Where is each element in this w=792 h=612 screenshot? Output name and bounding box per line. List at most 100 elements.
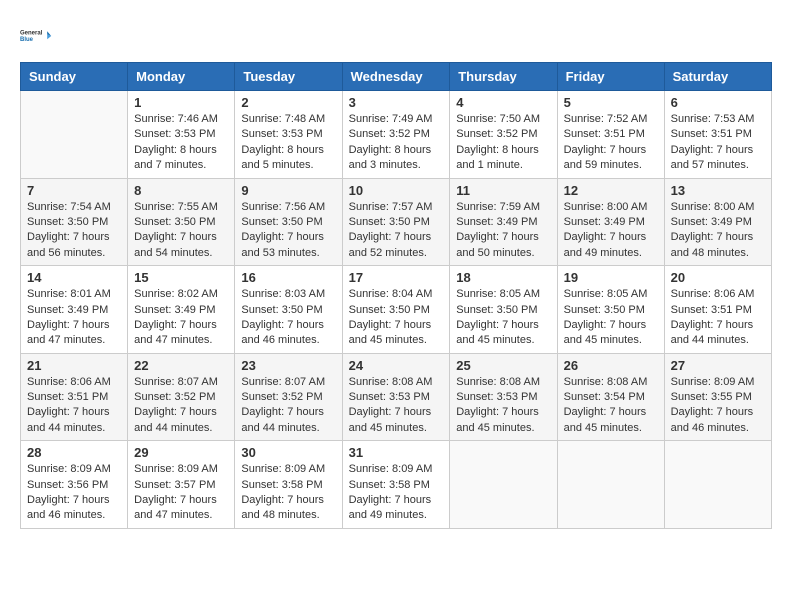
day-info: Sunrise: 8:08 AM Sunset: 3:53 PM Dayligh… bbox=[349, 375, 444, 437]
calendar-cell: 13 Sunrise: 8:00 AM Sunset: 3:49 PM Dayli… bbox=[664, 178, 771, 266]
svg-text:General: General bbox=[20, 30, 43, 36]
day-number: 20 bbox=[671, 270, 765, 285]
calendar-cell: 11 Sunrise: 7:59 AM Sunset: 3:49 PM Dayli… bbox=[450, 178, 557, 266]
day-info: Sunrise: 8:04 AM Sunset: 3:50 PM Dayligh… bbox=[349, 287, 444, 349]
calendar-cell: 18Sunrise: 8:05 AM Sunset: 3:50 PM Dayli… bbox=[450, 266, 557, 354]
day-number: 21 bbox=[27, 358, 121, 373]
calendar-week-2: 7 Sunrise: 7:54 AM Sunset: 3:50 PM Daylig… bbox=[21, 178, 772, 266]
calendar-cell: 21 Sunrise: 8:06 AM Sunset: 3:51 PM Dayli… bbox=[21, 353, 128, 441]
day-number: 5 bbox=[564, 95, 658, 110]
day-info: Sunrise: 7:57 AM Sunset: 3:50 PM Dayligh… bbox=[349, 200, 444, 262]
day-number: 27 bbox=[671, 358, 765, 373]
calendar-cell: 19 Sunrise: 8:05 AM Sunset: 3:50 PM Dayli… bbox=[557, 266, 664, 354]
day-info: Sunrise: 8:07 AM Sunset: 3:52 PM Dayligh… bbox=[134, 375, 228, 437]
col-header-sunday: Sunday bbox=[21, 63, 128, 91]
day-number: 29 bbox=[134, 445, 228, 460]
day-number: 26 bbox=[564, 358, 658, 373]
calendar-cell: 12Sunrise: 8:00 AM Sunset: 3:49 PM Dayli… bbox=[557, 178, 664, 266]
calendar-week-4: 21 Sunrise: 8:06 AM Sunset: 3:51 PM Dayli… bbox=[21, 353, 772, 441]
day-number: 24 bbox=[349, 358, 444, 373]
calendar-cell: 25 Sunrise: 8:08 AM Sunset: 3:53 PM Dayli… bbox=[450, 353, 557, 441]
day-info: Sunrise: 7:54 AM Sunset: 3:50 PM Dayligh… bbox=[27, 200, 121, 262]
day-info: Sunrise: 8:03 AM Sunset: 3:50 PM Dayligh… bbox=[241, 287, 335, 349]
col-header-thursday: Thursday bbox=[450, 63, 557, 91]
day-info: Sunrise: 7:55 AM Sunset: 3:50 PM Dayligh… bbox=[134, 200, 228, 262]
day-number: 15 bbox=[134, 270, 228, 285]
day-info: Sunrise: 8:05 AM Sunset: 3:50 PM Dayligh… bbox=[564, 287, 658, 349]
day-number: 28 bbox=[27, 445, 121, 460]
calendar-cell: 10Sunrise: 7:57 AM Sunset: 3:50 PM Dayli… bbox=[342, 178, 450, 266]
day-number: 13 bbox=[671, 183, 765, 198]
day-info: Sunrise: 8:06 AM Sunset: 3:51 PM Dayligh… bbox=[27, 375, 121, 437]
day-info: Sunrise: 8:09 AM Sunset: 3:58 PM Dayligh… bbox=[349, 462, 444, 524]
calendar-cell bbox=[21, 91, 128, 179]
calendar-cell: 16 Sunrise: 8:03 AM Sunset: 3:50 PM Dayli… bbox=[235, 266, 342, 354]
day-number: 16 bbox=[241, 270, 335, 285]
calendar-cell: 5 Sunrise: 7:52 AM Sunset: 3:51 PM Daylig… bbox=[557, 91, 664, 179]
col-header-friday: Friday bbox=[557, 63, 664, 91]
day-number: 14 bbox=[27, 270, 121, 285]
day-number: 17 bbox=[349, 270, 444, 285]
col-header-saturday: Saturday bbox=[664, 63, 771, 91]
calendar-cell: 6 Sunrise: 7:53 AM Sunset: 3:51 PM Daylig… bbox=[664, 91, 771, 179]
day-info: Sunrise: 8:08 AM Sunset: 3:53 PM Dayligh… bbox=[456, 375, 550, 437]
day-number: 22 bbox=[134, 358, 228, 373]
calendar-cell: 1 Sunrise: 7:46 AM Sunset: 3:53 PM Daylig… bbox=[128, 91, 235, 179]
day-info: Sunrise: 8:09 AM Sunset: 3:55 PM Dayligh… bbox=[671, 375, 765, 437]
day-number: 4 bbox=[456, 95, 550, 110]
logo-icon: GeneralBlue bbox=[20, 20, 52, 52]
day-number: 31 bbox=[349, 445, 444, 460]
page-header: GeneralBlue bbox=[20, 20, 772, 52]
calendar-cell bbox=[664, 441, 771, 529]
day-info: Sunrise: 7:48 AM Sunset: 3:53 PM Dayligh… bbox=[241, 112, 335, 174]
calendar-cell: 8 Sunrise: 7:55 AM Sunset: 3:50 PM Daylig… bbox=[128, 178, 235, 266]
day-info: Sunrise: 8:00 AM Sunset: 3:49 PM Dayligh… bbox=[671, 200, 765, 262]
day-info: Sunrise: 7:59 AM Sunset: 3:49 PM Dayligh… bbox=[456, 200, 550, 262]
calendar-cell: 15Sunrise: 8:02 AM Sunset: 3:49 PM Dayli… bbox=[128, 266, 235, 354]
day-info: Sunrise: 7:50 AM Sunset: 3:52 PM Dayligh… bbox=[456, 112, 550, 174]
day-number: 8 bbox=[134, 183, 228, 198]
day-info: Sunrise: 7:46 AM Sunset: 3:53 PM Dayligh… bbox=[134, 112, 228, 174]
day-number: 9 bbox=[241, 183, 335, 198]
calendar-cell bbox=[450, 441, 557, 529]
calendar-cell: 14Sunrise: 8:01 AM Sunset: 3:49 PM Dayli… bbox=[21, 266, 128, 354]
day-info: Sunrise: 7:52 AM Sunset: 3:51 PM Dayligh… bbox=[564, 112, 658, 174]
day-number: 1 bbox=[134, 95, 228, 110]
day-number: 2 bbox=[241, 95, 335, 110]
calendar-cell: 31 Sunrise: 8:09 AM Sunset: 3:58 PM Dayli… bbox=[342, 441, 450, 529]
calendar-week-5: 28 Sunrise: 8:09 AM Sunset: 3:56 PM Dayli… bbox=[21, 441, 772, 529]
day-number: 19 bbox=[564, 270, 658, 285]
day-info: Sunrise: 7:53 AM Sunset: 3:51 PM Dayligh… bbox=[671, 112, 765, 174]
day-number: 7 bbox=[27, 183, 121, 198]
calendar-cell: 4 Sunrise: 7:50 AM Sunset: 3:52 PM Daylig… bbox=[450, 91, 557, 179]
day-number: 23 bbox=[241, 358, 335, 373]
day-number: 6 bbox=[671, 95, 765, 110]
day-info: Sunrise: 8:08 AM Sunset: 3:54 PM Dayligh… bbox=[564, 375, 658, 437]
day-info: Sunrise: 8:09 AM Sunset: 3:56 PM Dayligh… bbox=[27, 462, 121, 524]
calendar-cell: 7 Sunrise: 7:54 AM Sunset: 3:50 PM Daylig… bbox=[21, 178, 128, 266]
logo: GeneralBlue bbox=[20, 20, 52, 52]
calendar-cell: 30Sunrise: 8:09 AM Sunset: 3:58 PM Dayli… bbox=[235, 441, 342, 529]
calendar-cell: 26 Sunrise: 8:08 AM Sunset: 3:54 PM Dayli… bbox=[557, 353, 664, 441]
svg-text:Blue: Blue bbox=[20, 37, 34, 43]
calendar-table: SundayMondayTuesdayWednesdayThursdayFrid… bbox=[20, 62, 772, 529]
calendar-cell bbox=[557, 441, 664, 529]
calendar-cell: 20 Sunrise: 8:06 AM Sunset: 3:51 PM Dayli… bbox=[664, 266, 771, 354]
day-number: 12 bbox=[564, 183, 658, 198]
day-number: 30 bbox=[241, 445, 335, 460]
calendar-cell: 17 Sunrise: 8:04 AM Sunset: 3:50 PM Dayli… bbox=[342, 266, 450, 354]
calendar-cell: 2 Sunrise: 7:48 AM Sunset: 3:53 PM Daylig… bbox=[235, 91, 342, 179]
day-number: 25 bbox=[456, 358, 550, 373]
day-number: 3 bbox=[349, 95, 444, 110]
day-number: 18 bbox=[456, 270, 550, 285]
calendar-cell: 28 Sunrise: 8:09 AM Sunset: 3:56 PM Dayli… bbox=[21, 441, 128, 529]
day-info: Sunrise: 8:07 AM Sunset: 3:52 PM Dayligh… bbox=[241, 375, 335, 437]
col-header-tuesday: Tuesday bbox=[235, 63, 342, 91]
col-header-wednesday: Wednesday bbox=[342, 63, 450, 91]
col-header-monday: Monday bbox=[128, 63, 235, 91]
calendar-cell: 9Sunrise: 7:56 AM Sunset: 3:50 PM Daylig… bbox=[235, 178, 342, 266]
calendar-week-1: 1 Sunrise: 7:46 AM Sunset: 3:53 PM Daylig… bbox=[21, 91, 772, 179]
day-number: 11 bbox=[456, 183, 550, 198]
calendar-week-3: 14Sunrise: 8:01 AM Sunset: 3:49 PM Dayli… bbox=[21, 266, 772, 354]
day-info: Sunrise: 8:06 AM Sunset: 3:51 PM Dayligh… bbox=[671, 287, 765, 349]
